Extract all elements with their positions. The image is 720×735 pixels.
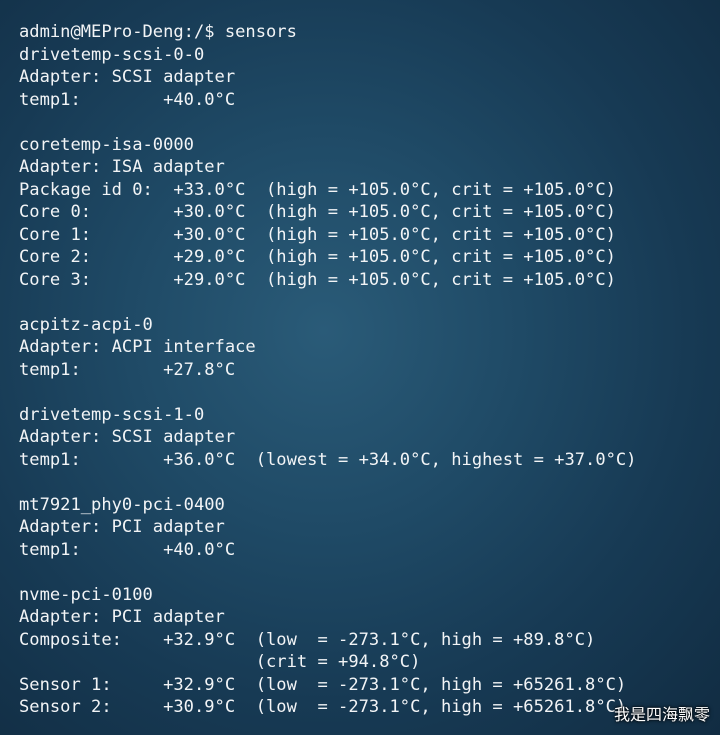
command-prompt-line: admin@MEPro-Deng:/$ sensors <box>19 22 297 42</box>
terminal-line: coretemp-isa-0000 <box>19 134 194 155</box>
terminal-line: Adapter: SCSI adapter <box>19 427 236 447</box>
watermark: 我是四海飘零 <box>613 705 710 724</box>
terminal-line: Core 1: +30.0°C (high = +105.0°C, crit =… <box>19 224 616 245</box>
terminal-line: mt7921_phy0-pci-0400 <box>19 494 225 515</box>
terminal-line: drivetemp-scsi-0-0 <box>19 44 205 65</box>
terminal-line: Core 2: +29.0°C (high = +105.0°C, crit =… <box>19 247 616 267</box>
terminal-line: temp1: +27.8°C <box>19 359 236 380</box>
terminal-line: Package id 0: +33.0°C (high = +105.0°C, … <box>19 179 616 200</box>
terminal-line: Composite: +32.9°C (low = -273.1°C, high… <box>19 629 596 650</box>
terminal-line: Adapter: SCSI adapter <box>19 67 236 87</box>
terminal-line: temp1: +36.0°C (lowest = +34.0°C, highes… <box>19 449 637 470</box>
terminal-line: acpitz-acpi-0 <box>19 314 153 335</box>
terminal-line: Adapter: ISA adapter <box>19 157 225 177</box>
terminal-line: (crit = +94.8°C) <box>19 652 421 672</box>
terminal-line: drivetemp-scsi-1-0 <box>19 404 205 425</box>
terminal-line: Adapter: ACPI interface <box>19 337 256 357</box>
terminal-output: admin@MEPro-Deng:/$ sensors drivetemp-sc… <box>19 21 636 719</box>
terminal-line: Core 0: +30.0°C (high = +105.0°C, crit =… <box>19 202 616 222</box>
terminal-window[interactable]: admin@MEPro-Deng:/$ sensors drivetemp-sc… <box>0 0 720 735</box>
terminal-line: nvme-pci-0100 <box>19 584 153 605</box>
terminal-line: Core 3: +29.0°C (high = +105.0°C, crit =… <box>19 269 616 290</box>
terminal-line: Adapter: PCI adapter <box>19 517 225 537</box>
terminal-line: temp1: +40.0°C <box>19 539 236 560</box>
terminal-line: temp1: +40.0°C <box>19 89 236 110</box>
terminal-line: Sensor 1: +32.9°C (low = -273.1°C, high … <box>19 674 627 695</box>
terminal-line: Sensor 2: +30.9°C (low = -273.1°C, high … <box>19 697 627 717</box>
terminal-line: Adapter: PCI adapter <box>19 607 225 627</box>
